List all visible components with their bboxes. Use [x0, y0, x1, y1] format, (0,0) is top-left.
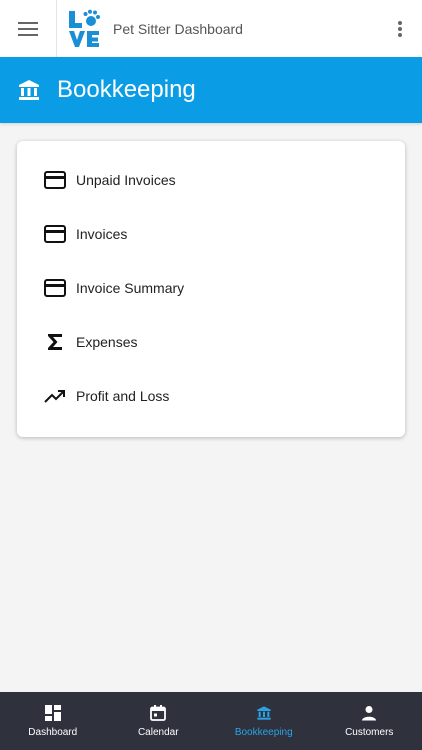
menu-item-invoices[interactable]: Invoices [17, 207, 405, 261]
page-header: Bookkeeping [0, 57, 422, 123]
bottom-navigation: Dashboard Calendar Bookkeeping Customers [0, 692, 422, 750]
nav-item-calendar[interactable]: Calendar [106, 692, 212, 750]
page-title: Bookkeeping [57, 76, 196, 103]
sigma-icon [43, 330, 67, 354]
credit-card-icon [43, 222, 67, 246]
menu-item-label: Unpaid Invoices [76, 172, 176, 188]
menu-item-invoice-summary[interactable]: Invoice Summary [17, 261, 405, 315]
trending-up-icon [43, 384, 67, 408]
bookkeeping-menu-card: Unpaid Invoices Invoices Invoice Summary… [17, 141, 405, 437]
calendar-icon [149, 704, 167, 722]
credit-card-icon [43, 276, 67, 300]
menu-item-unpaid-invoices[interactable]: Unpaid Invoices [17, 153, 405, 207]
menu-item-label: Invoice Summary [76, 280, 185, 296]
nav-label: Dashboard [28, 727, 78, 738]
nav-item-dashboard[interactable]: Dashboard [0, 692, 106, 750]
person-icon [360, 704, 378, 722]
app-logo [57, 0, 111, 57]
menu-item-label: Profit and Loss [76, 388, 170, 404]
nav-label: Calendar [137, 727, 179, 738]
app-title: Pet Sitter Dashboard [113, 20, 243, 37]
credit-card-icon [43, 168, 67, 192]
menu-item-label: Expenses [76, 334, 138, 350]
menu-item-expenses[interactable]: Expenses [17, 315, 405, 369]
nav-item-bookkeeping[interactable]: Bookkeeping [211, 692, 317, 750]
menu-button[interactable] [0, 0, 57, 57]
bank-icon [17, 78, 41, 102]
menu-item-profit-and-loss[interactable]: Profit and Loss [17, 369, 405, 423]
menu-item-label: Invoices [76, 226, 128, 242]
more-vertical-icon [398, 20, 402, 37]
nav-label: Bookkeeping [234, 727, 293, 738]
nav-item-customers[interactable]: Customers [317, 692, 422, 750]
nav-label: Customers [345, 727, 394, 738]
more-options-button[interactable] [378, 0, 422, 57]
dashboard-icon [44, 704, 62, 722]
hamburger-menu-icon [18, 21, 38, 36]
top-app-bar: Pet Sitter Dashboard [0, 0, 422, 57]
bank-icon [255, 704, 273, 722]
